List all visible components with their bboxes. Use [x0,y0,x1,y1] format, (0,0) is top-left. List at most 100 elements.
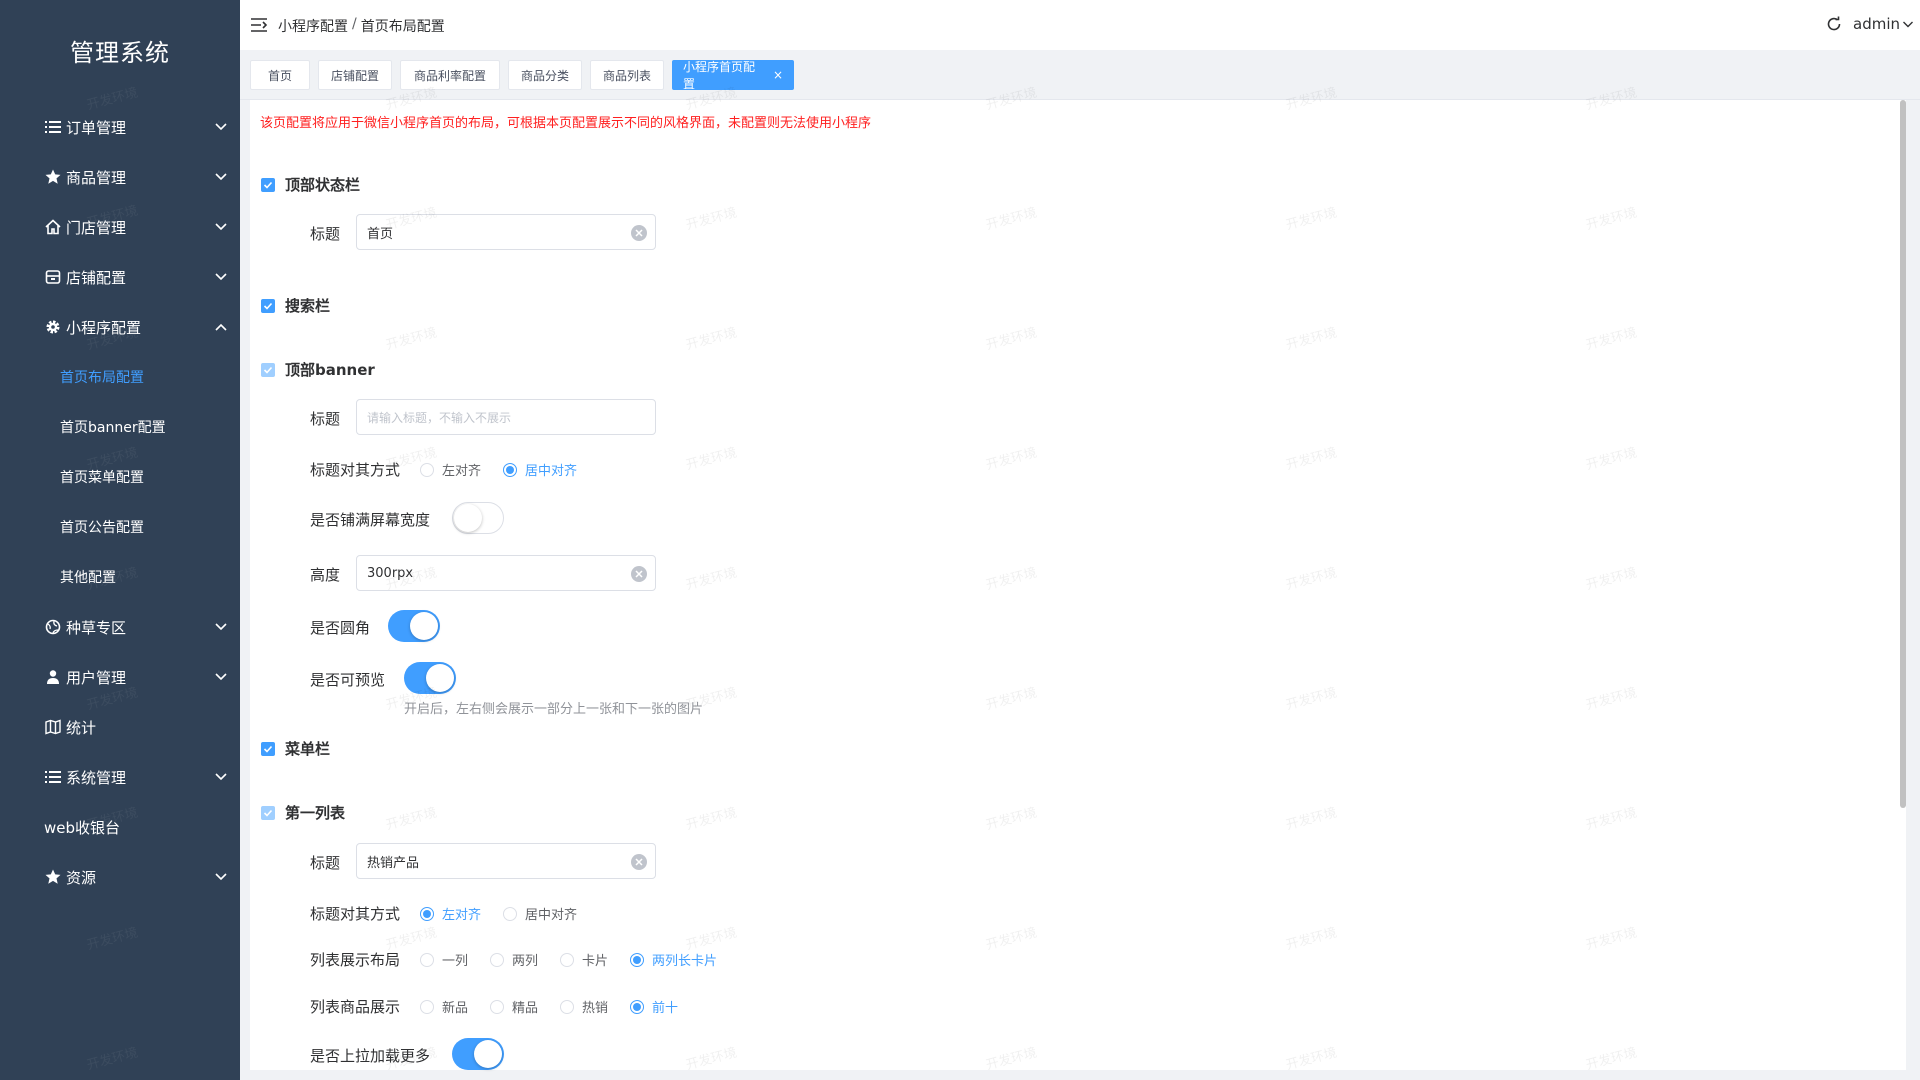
sidebar-item-web-cashier[interactable]: web收银台 [0,802,240,852]
sidebar-subitem-other[interactable]: 其他配置 [0,552,240,602]
refresh-icon[interactable] [1826,16,1842,32]
chevron-down-icon [215,173,227,181]
notice-text: 该页配置将应用于微信小程序首页的布局，可根据本页配置展示不同的风格界面，未配置则… [260,116,872,131]
top-header: 小程序配置 / 首页布局配置 admin [240,0,1920,50]
clear-icon[interactable] [631,566,647,582]
switch-knob [410,612,438,640]
radio-goods-top10[interactable]: 前十 [630,997,678,1016]
list1-title-input[interactable]: 热销产品 [356,843,656,879]
scrollbar[interactable] [1900,100,1906,808]
section-label: 搜索栏 [285,297,331,315]
sidebar-item-shop-config[interactable]: 店铺配置 [0,252,240,302]
sidebar-item-label: 资源 [66,868,97,887]
chevron-down-icon [215,623,227,631]
radio-layout-card[interactable]: 卡片 [560,950,608,969]
preview-label: 是否可预览 [310,671,386,689]
list1-align-radio-group: 左对齐 居中对齐 [420,904,599,923]
sidebar-item-resources[interactable]: 资源 [0,852,240,902]
radio-center-align[interactable]: 居中对齐 [503,460,577,479]
input-value: 热销产品 [367,855,420,871]
title-label: 标题 [310,854,341,872]
checkbox-checked-icon[interactable] [261,741,275,756]
sidebar-item-miniapp-config[interactable]: 小程序配置 [0,302,240,352]
banner-height-input[interactable]: 300rpx [356,555,656,591]
sidebar-item-label: 用户管理 [66,668,127,687]
tag-miniapp-home-config[interactable]: 小程序首页配置 × [672,60,794,91]
star-icon [44,168,62,186]
top-status-title-input[interactable]: 首页 [356,214,656,250]
tag-home[interactable]: 首页 [250,60,310,90]
sidebar-item-label: 系统管理 [66,768,127,787]
section-top-status[interactable]: 顶部状态栏 [261,174,360,195]
loadmore-label: 是否上拉加载更多 [310,1047,431,1065]
sidebar-item-orders[interactable]: 订单管理 [0,102,240,152]
banner-title-input[interactable]: 请输入标题，不输入不展示 [356,399,656,435]
radio-layout-two[interactable]: 两列 [490,950,538,969]
checkbox-checked-icon[interactable] [261,362,275,377]
round-switch[interactable] [388,610,440,642]
sidebar-subitem-notice[interactable]: 首页公告配置 [0,502,240,552]
breadcrumb-item[interactable]: 小程序配置 [278,16,348,36]
checkbox-checked-icon[interactable] [261,177,275,192]
close-icon[interactable]: × [773,68,783,82]
sidebar-item-label: web收银台 [44,818,121,837]
sidebar-item-stats[interactable]: 统计 [0,702,240,752]
tag-goods-category[interactable]: 商品分类 [508,60,582,90]
sidebar-subitem-banner[interactable]: 首页banner配置 [0,402,240,452]
section-label: 第一列表 [285,804,346,822]
radio-left-align[interactable]: 左对齐 [420,904,481,923]
chevron-down-icon [215,273,227,281]
radio-icon [490,952,505,967]
home-icon [44,218,62,236]
sidebar-item-users[interactable]: 用户管理 [0,652,240,702]
section-search[interactable]: 搜索栏 [261,295,330,316]
radio-goods-boutique[interactable]: 精品 [490,997,538,1016]
round-label: 是否圆角 [310,619,371,637]
clear-icon[interactable] [631,854,647,870]
list1-goods-radio-group: 新品 精品 热销 前十 [420,997,700,1016]
chevron-down-icon [215,223,227,231]
radio-goods-hot[interactable]: 热销 [560,997,608,1016]
menu-fold-icon[interactable] [250,16,268,34]
list1-layout-radio-group: 一列 两列 卡片 两列长卡片 [420,950,739,969]
height-label: 高度 [310,566,341,584]
section-list1[interactable]: 第一列表 [261,802,345,823]
tag-goods-list[interactable]: 商品列表 [590,60,664,90]
layout-label: 列表展示布局 [310,951,401,969]
tag-shop-config[interactable]: 店铺配置 [318,60,392,90]
tag-goods-rate[interactable]: 商品利率配置 [400,60,500,90]
store-icon [44,268,62,286]
sidebar-subitem-menu[interactable]: 首页菜单配置 [0,452,240,502]
checkbox-checked-icon[interactable] [261,298,275,313]
radio-layout-long-card[interactable]: 两列长卡片 [630,950,717,969]
section-top-banner[interactable]: 顶部banner [261,359,375,380]
radio-layout-one[interactable]: 一列 [420,950,468,969]
sidebar-subitem-home-layout[interactable]: 首页布局配置 [0,352,240,402]
radio-left-align[interactable]: 左对齐 [420,460,481,479]
sidebar-item-label: 门店管理 [66,218,127,237]
sidebar-item-label: 小程序配置 [66,318,142,337]
sidebar-item-label: 统计 [66,718,97,737]
user-menu[interactable]: admin [1853,15,1914,33]
sidebar-item-system[interactable]: 系统管理 [0,752,240,802]
sidebar-item-label: 商品管理 [66,168,127,187]
sidebar-item-goods[interactable]: 商品管理 [0,152,240,202]
radio-checked-icon [420,906,434,921]
preview-hint: 开启后，左右侧会展示一部分上一张和下一张的图片 [404,702,704,717]
clear-icon[interactable] [631,225,647,241]
tag-label: 小程序首页配置 [683,60,756,91]
fullwidth-switch[interactable] [452,502,504,534]
sidebar-item-label: 店铺配置 [66,268,127,287]
preview-switch[interactable] [404,662,456,694]
radio-center-align[interactable]: 居中对齐 [503,904,577,923]
sidebar-item-stores[interactable]: 门店管理 [0,202,240,252]
radio-icon [490,999,505,1014]
section-menu[interactable]: 菜单栏 [261,738,330,759]
watermark: 开发环境 [85,1045,140,1074]
checkbox-checked-icon[interactable] [261,805,275,820]
sidebar-item-grass[interactable]: 种草专区 [0,602,240,652]
loadmore-switch[interactable] [452,1038,504,1070]
radio-goods-new[interactable]: 新品 [420,997,468,1016]
map-icon [44,718,62,736]
chevron-down-icon [215,773,227,781]
